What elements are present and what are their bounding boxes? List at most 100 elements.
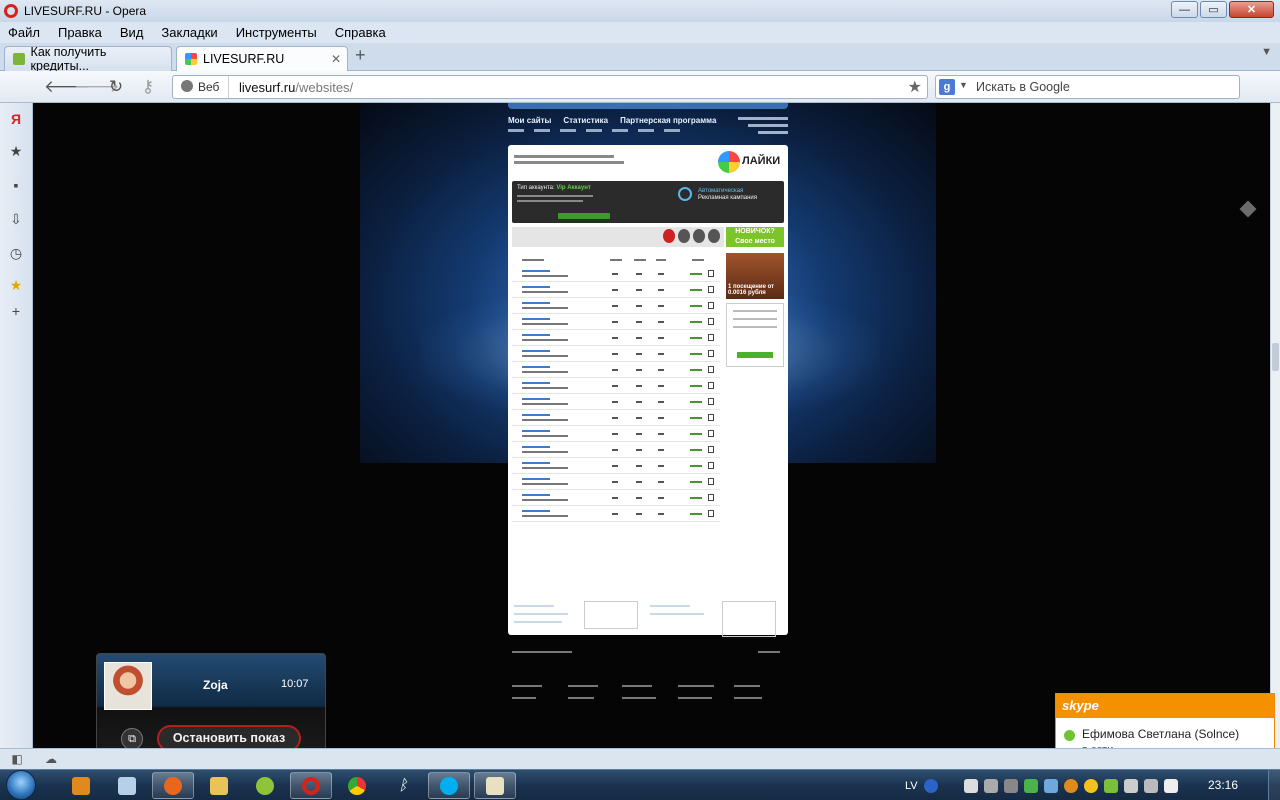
row-cell[interactable] [522, 510, 550, 512]
footer-link[interactable] [734, 697, 762, 699]
table-row[interactable] [512, 443, 720, 458]
row-cell[interactable] [522, 286, 550, 288]
subnav-link[interactable] [560, 129, 576, 132]
tab-livesurf[interactable]: LIVESURF.RU ✕ [176, 46, 348, 71]
yandex-icon[interactable]: Я [8, 111, 24, 127]
table-row[interactable] [512, 363, 720, 378]
footer-link[interactable] [622, 697, 656, 699]
power-icon[interactable] [678, 187, 692, 201]
newbie-banner[interactable]: НОВИЧОК? Свое место выше [726, 227, 784, 255]
page-scrollbar[interactable] [1270, 103, 1280, 748]
edit-icon[interactable] [708, 398, 714, 405]
option-icon[interactable] [663, 229, 675, 243]
table-row[interactable] [512, 507, 720, 522]
row-cell[interactable] [522, 350, 550, 352]
row-cell[interactable] [522, 494, 550, 496]
start-button[interactable] [6, 770, 44, 800]
ad-banner[interactable]: 1 посещение от 0.0016 рубля [726, 253, 784, 299]
taskbar-firefox[interactable] [152, 772, 194, 799]
opera-unite-icon[interactable]: ☁ [44, 752, 58, 766]
taskbar-opera[interactable] [290, 772, 332, 799]
taskbar-clock[interactable]: 23:16 [1208, 778, 1238, 792]
edit-icon[interactable] [708, 334, 714, 341]
table-row[interactable] [512, 315, 720, 330]
edit-icon[interactable] [708, 414, 714, 421]
subnav-link[interactable] [508, 129, 524, 132]
tab-list-icon[interactable]: ▼ [1261, 46, 1272, 58]
row-cell[interactable] [522, 478, 550, 480]
help-icon[interactable] [923, 778, 938, 793]
taskbar-media-player[interactable] [60, 772, 102, 799]
favorites-star-icon[interactable]: ★ [8, 277, 24, 293]
wand-key-icon[interactable]: ⚷ [138, 77, 158, 97]
scroll-thumb[interactable] [1272, 343, 1279, 371]
option-icon[interactable] [678, 229, 690, 243]
panel-toggle-icon[interactable]: ◧ [10, 752, 24, 766]
row-cell[interactable] [522, 430, 550, 432]
tray-app-icon[interactable] [1003, 778, 1018, 793]
footer-link[interactable] [568, 685, 598, 687]
footer-link[interactable] [758, 651, 780, 653]
footer-link[interactable] [622, 685, 652, 687]
row-cell[interactable] [522, 302, 550, 304]
action-center-flag-icon[interactable] [1143, 778, 1158, 793]
nav-my-sites[interactable]: Мои сайты [508, 116, 551, 125]
tray-app-icon[interactable] [983, 778, 998, 793]
table-row[interactable] [512, 299, 720, 314]
skype-tray-icon[interactable] [1083, 778, 1098, 793]
table-row[interactable] [512, 427, 720, 442]
footer-link[interactable] [512, 651, 572, 653]
switch-window-icon[interactable]: ⧉ [121, 728, 143, 750]
row-cell[interactable] [522, 462, 550, 464]
footer-link[interactable] [734, 685, 760, 687]
tray-app-icon[interactable] [1063, 778, 1078, 793]
edit-icon[interactable] [708, 318, 714, 325]
taskbar-notepad[interactable] [106, 772, 148, 799]
add-panel-icon[interactable]: + [8, 303, 24, 319]
show-desktop-button[interactable] [1268, 770, 1280, 800]
edit-icon[interactable] [708, 478, 714, 485]
table-row[interactable] [512, 475, 720, 490]
table-row[interactable] [512, 267, 720, 282]
tray-app-icon[interactable] [1043, 778, 1058, 793]
address-field[interactable]: Веб livesurf.ru/websites/ ★ [172, 75, 928, 99]
downloads-icon[interactable]: ⇩ [8, 211, 24, 227]
chevron-down-icon[interactable]: ▼ [959, 80, 968, 90]
close-button[interactable]: ✕ [1229, 1, 1274, 18]
notes-icon[interactable]: ▪ [8, 177, 24, 193]
option-icon[interactable] [693, 229, 705, 243]
edit-icon[interactable] [708, 494, 714, 501]
edit-icon[interactable] [708, 286, 714, 293]
footer-link[interactable] [568, 697, 594, 699]
minimize-button[interactable]: — [1171, 1, 1198, 18]
close-tab-icon[interactable]: ✕ [331, 52, 341, 66]
search-field[interactable]: g ▼ Искать в Google [935, 75, 1240, 99]
edit-icon[interactable] [708, 510, 714, 517]
new-tab-button[interactable]: + [355, 45, 366, 66]
menu-edit[interactable]: Правка [58, 25, 102, 40]
edit-icon[interactable] [708, 446, 714, 453]
reload-button[interactable]: ↻ [106, 77, 126, 97]
subnav-link[interactable] [664, 129, 680, 132]
power-plug-icon[interactable] [1163, 778, 1178, 793]
footer-link[interactable] [678, 697, 712, 699]
nav-statistics[interactable]: Статистика [563, 116, 608, 125]
table-row[interactable] [512, 331, 720, 346]
taskbar-app[interactable] [244, 772, 286, 799]
option-icon[interactable] [708, 229, 720, 243]
bookmarks-star-icon[interactable]: ★ [8, 143, 24, 159]
row-cell[interactable] [522, 334, 550, 336]
edit-icon[interactable] [708, 462, 714, 469]
bookmark-star-icon[interactable]: ★ [908, 77, 922, 97]
menu-tools[interactable]: Инструменты [236, 25, 317, 40]
url-text[interactable]: livesurf.ru/websites/ [239, 80, 353, 95]
row-cell[interactable] [522, 382, 550, 384]
tray-app-icon[interactable] [1103, 778, 1118, 793]
taskbar-skype[interactable] [428, 772, 470, 799]
page-side-arrow-icon[interactable] [1239, 200, 1257, 218]
tray-expand-icon[interactable] [944, 779, 958, 793]
network-signal-icon[interactable] [1123, 778, 1138, 793]
google-icon[interactable]: g [939, 79, 955, 95]
row-cell[interactable] [522, 398, 550, 400]
menu-view[interactable]: Вид [120, 25, 144, 40]
